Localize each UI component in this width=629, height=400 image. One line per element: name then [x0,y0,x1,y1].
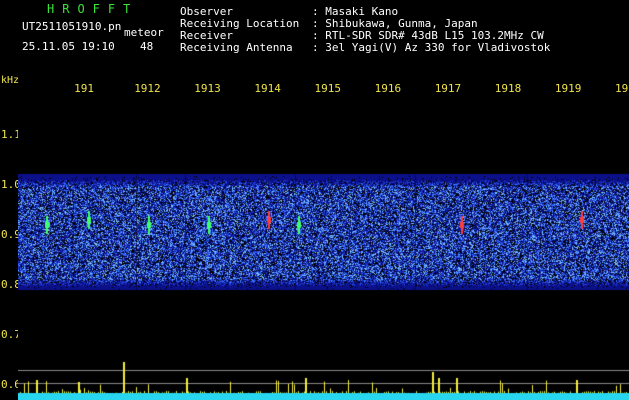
y-axis-label: kHz [1,75,20,86]
gain-value: 48 [140,40,154,53]
observation-datetime: 25.11.05 19:10 [22,40,115,53]
field-antenna-label: Receiving Antenna [180,41,293,54]
field-receiver-value: : RTL-SDR SDR# 43dB L15 103.2MHz CW [312,29,544,42]
field-antenna-value: : 3el Yagi(V) Az 330 for Vladivostok [312,41,551,54]
field-observer-value: : Masaki Kano [312,5,399,18]
x-tick-label: 1913 [194,82,221,95]
field-location-value: : Shibukawa, Gunma, Japan [312,17,478,30]
field-receiver-label: Receiver [180,29,233,42]
field-location-label: Receiving Location [180,17,300,30]
x-tick-label: 1919 [554,82,582,95]
x-tick-label: 1916 [374,82,402,95]
x-tick-label: 191 [74,82,94,95]
file-name: UT2511051910.pn [22,20,122,33]
x-tick-label: 1920 [615,82,629,95]
waterfall-spectrogram [18,100,629,400]
x-tick-label: 1915 [314,82,342,95]
field-observer-label: Observer [180,5,233,18]
x-tick-label: 1912 [134,82,161,95]
meteor-label: meteor [124,26,164,39]
x-tick-label: 1914 [254,82,281,95]
brand-title: HROFFT [47,2,139,16]
x-tick-label: 1917 [434,82,462,95]
x-tick-label: 1918 [494,82,522,95]
